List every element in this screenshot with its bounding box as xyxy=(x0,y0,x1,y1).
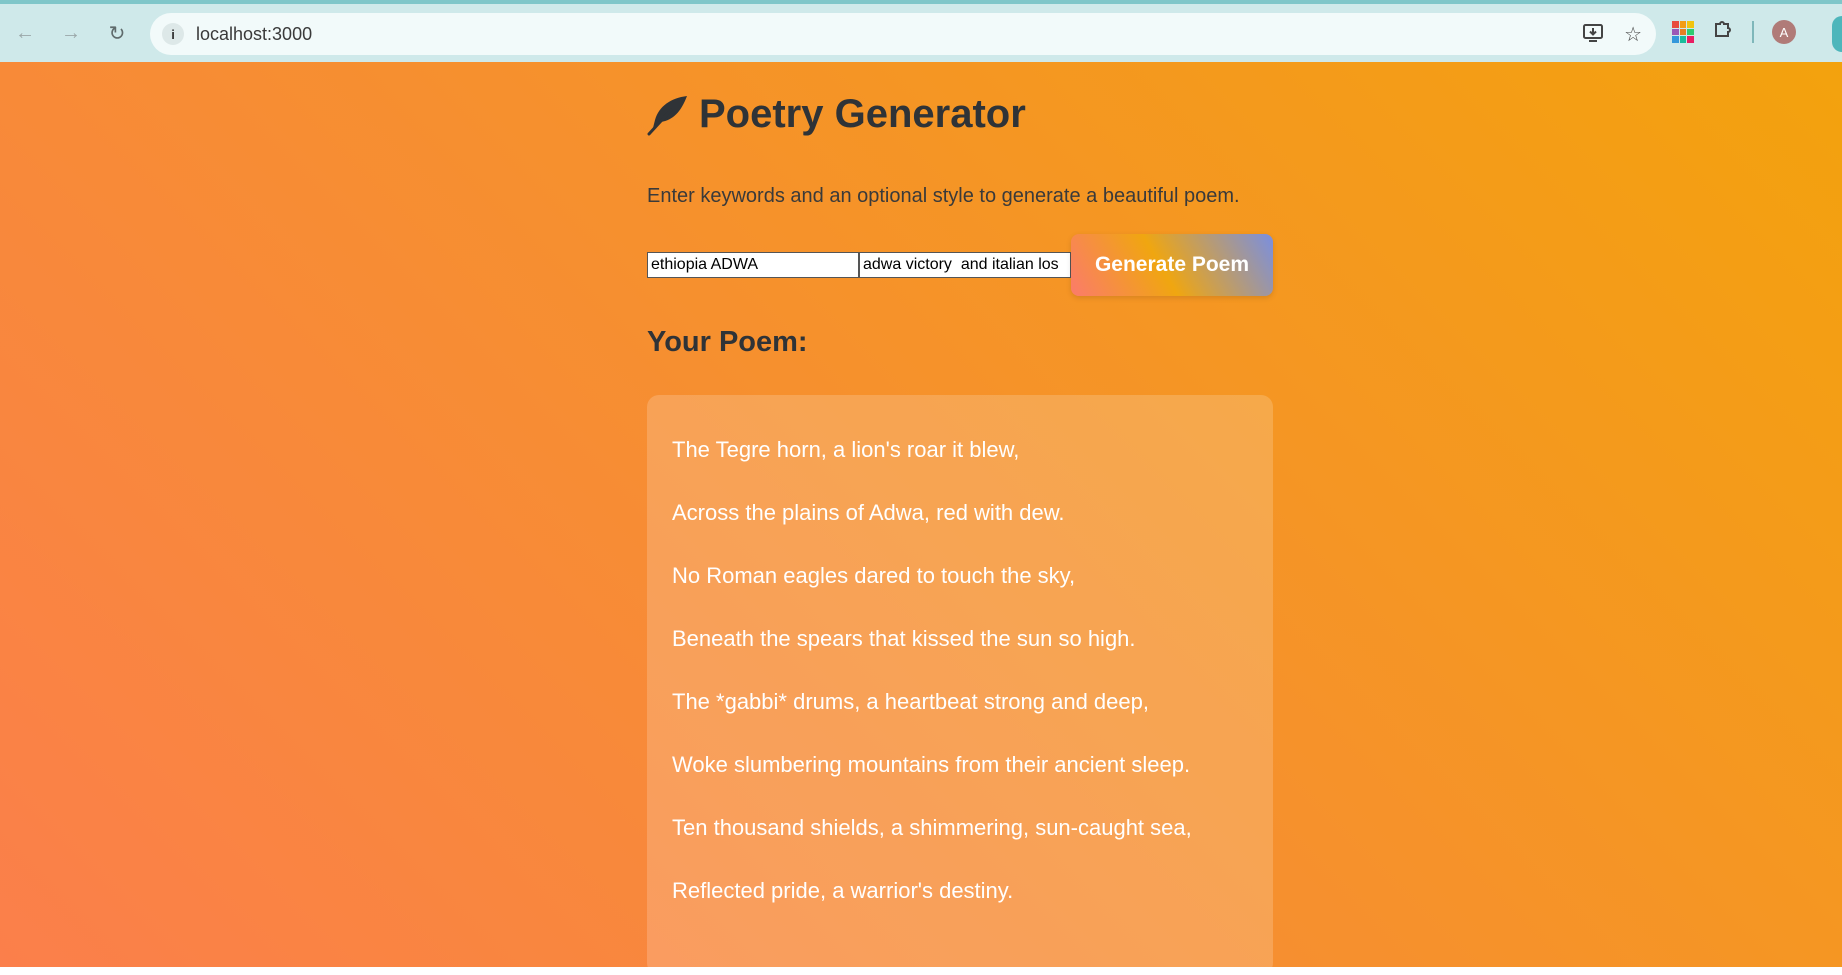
page-subtitle: Enter keywords and an optional style to … xyxy=(647,185,1240,207)
feather-icon xyxy=(647,95,687,135)
page-background: Poetry Generator Enter keywords and an o… xyxy=(0,62,1842,975)
generate-poem-button[interactable]: Generate Poem xyxy=(1071,234,1273,296)
bookmark-star-icon[interactable]: ☆ xyxy=(1624,22,1642,50)
page-title: Poetry Generator xyxy=(647,92,1026,137)
poem-line: Ten thousand shields, a shimmering, sun-… xyxy=(672,815,1192,840)
page-title-text: Poetry Generator xyxy=(699,92,1026,136)
reload-icon[interactable]: ↻ xyxy=(102,18,132,48)
poem-line: The Tegre horn, a lion's roar it blew, xyxy=(672,437,1020,462)
poem-line: Reflected pride, a warrior's destiny. xyxy=(672,878,1014,903)
poem-form: Generate Poem xyxy=(647,234,1273,296)
side-panel-tab[interactable] xyxy=(1832,16,1842,52)
site-info-icon[interactable]: i xyxy=(162,23,184,45)
poem-line: No Roman eagles dared to touch the sky, xyxy=(672,563,1076,588)
address-url[interactable]: localhost:3000 xyxy=(196,24,312,45)
style-input[interactable] xyxy=(859,252,1071,278)
poem-line: Beneath the spears that kissed the sun s… xyxy=(672,626,1136,651)
profile-avatar[interactable]: A xyxy=(1772,20,1796,44)
install-app-icon[interactable] xyxy=(1582,22,1604,50)
poem-line: Across the plains of Adwa, red with dew. xyxy=(672,500,1065,525)
poem-card: The Tegre horn, a lion's roar it blew, A… xyxy=(647,395,1273,975)
poem-line: Woke slumbering mountains from their anc… xyxy=(672,752,1191,777)
poem-heading: Your Poem: xyxy=(647,326,808,358)
back-arrow-icon[interactable]: ← xyxy=(10,18,40,48)
poem-line: The *gabbi* drums, a heartbeat strong an… xyxy=(672,689,1149,714)
toolbar-divider xyxy=(1752,21,1754,43)
extension-color-icon[interactable] xyxy=(1672,21,1694,43)
forward-arrow-icon[interactable]: → xyxy=(56,18,86,48)
keywords-input[interactable] xyxy=(647,252,859,278)
address-bar[interactable]: i localhost:3000 ☆ xyxy=(150,13,1656,55)
browser-toolbar: ← → ↻ i localhost:3000 ☆ A xyxy=(0,0,1842,62)
extensions-puzzle-icon[interactable] xyxy=(1712,18,1734,46)
